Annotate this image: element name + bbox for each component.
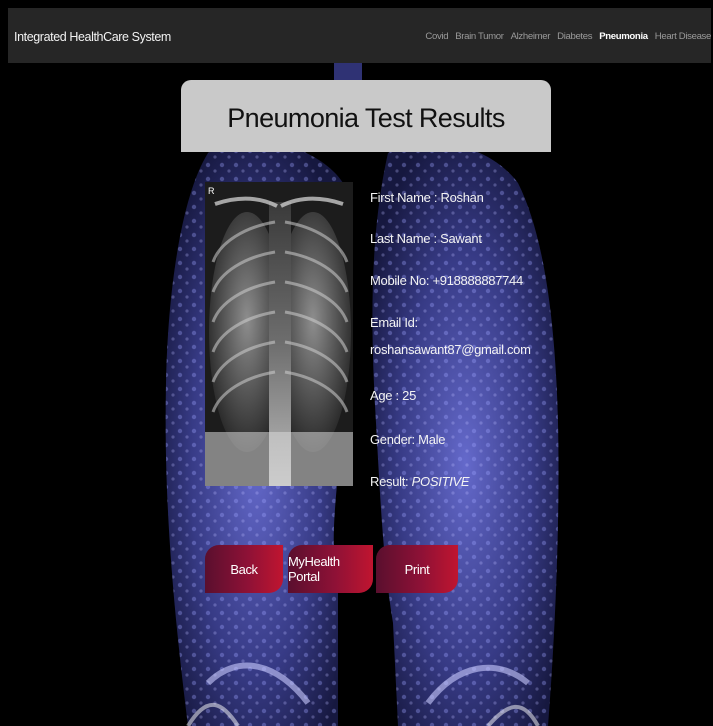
email-value: roshansawant87@gmail.com [370,342,531,357]
nav-link-pneumonia[interactable]: Pneumonia [599,31,648,42]
result: Result: POSITIVE [370,474,470,489]
navbar-brand[interactable]: Integrated HealthCare System [14,30,171,44]
nav-link-covid[interactable]: Covid [425,31,448,42]
top-navbar: Integrated HealthCare System Covid Brain… [8,8,711,63]
email-label: Email Id: [370,315,418,330]
result-label: Result: [370,474,412,489]
chest-xray-image: R [205,182,353,486]
myhealth-portal-button[interactable]: MyHealth Portal [288,545,373,593]
nav-link-heart-disease[interactable]: Heart Disease [655,31,711,42]
result-value: POSITIVE [411,474,470,489]
print-button[interactable]: Print [376,545,458,593]
nav-link-diabetes[interactable]: Diabetes [557,31,592,42]
nav-link-brain-tumor[interactable]: Brain Tumor [455,31,504,42]
page-title: Pneumonia Test Results [227,102,505,133]
last-name: Last Name : Sawant [370,231,482,246]
mobile-number: Mobile No: +918888887744 [370,273,523,288]
nav-link-alzheimer[interactable]: Alzheimer [511,31,551,42]
first-name: First Name : Roshan [370,190,484,205]
lungs-background-image [165,63,559,726]
nav-links: Covid Brain Tumor Alzheimer Diabetes Pne… [425,31,711,42]
age: Age : 25 [370,388,417,403]
xray-marker-r: R [208,186,215,196]
xray-graphic: R [205,182,353,486]
gender: Gender: Male [370,432,446,447]
back-button[interactable]: Back [205,545,283,593]
title-panel: Pneumonia Test Results [181,80,551,152]
page-frame: Integrated HealthCare System Covid Brain… [8,8,711,726]
